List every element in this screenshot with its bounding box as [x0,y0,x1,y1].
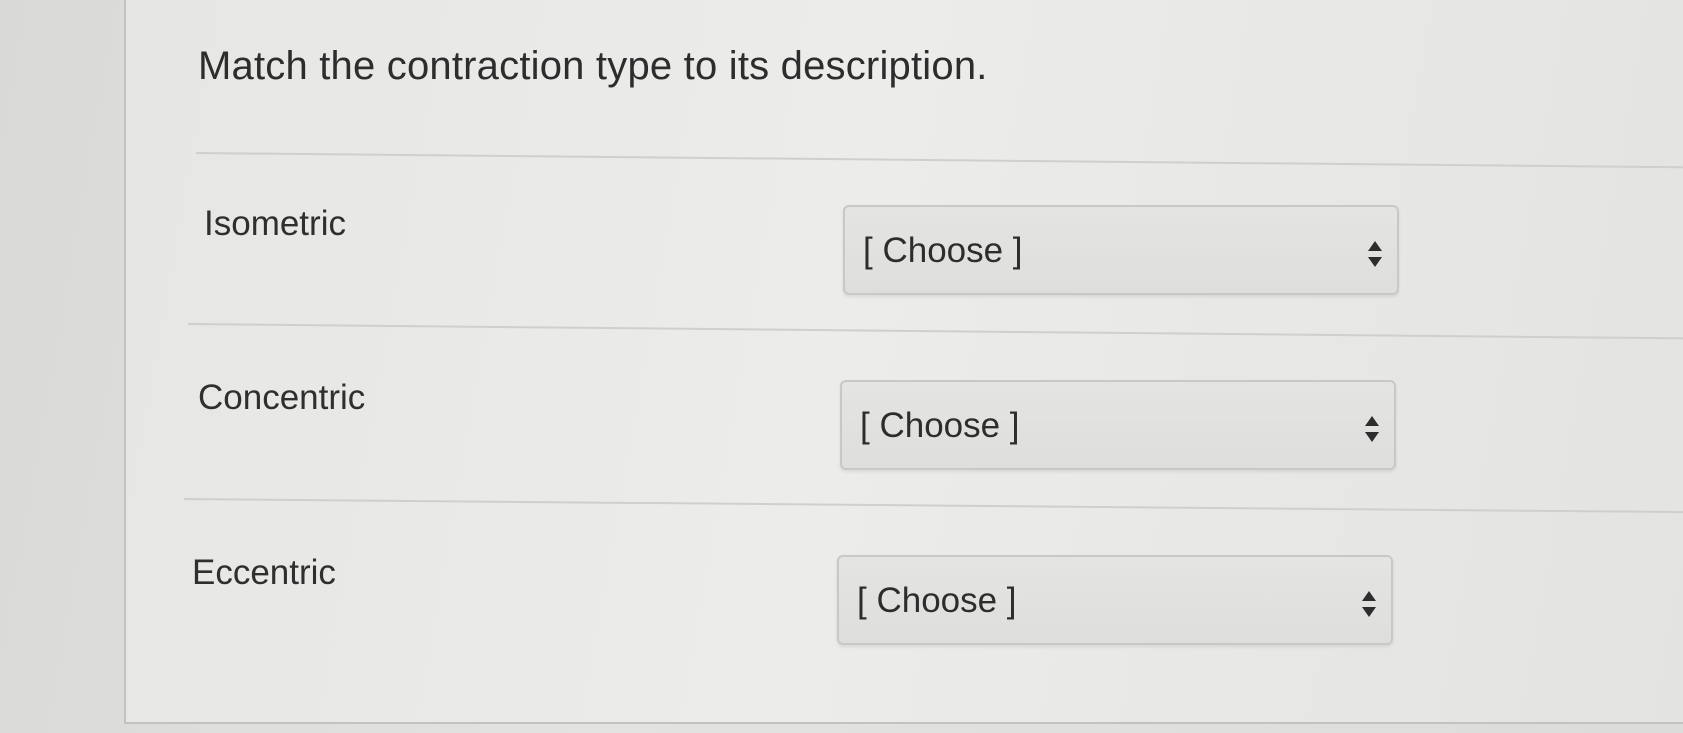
answer-label-concentric: Concentric [198,378,366,417]
answer-select-concentric[interactable]: [ Choose ] [840,380,1396,470]
answer-label-eccentric: Eccentric [192,553,336,592]
answer-select-isometric[interactable]: [ Choose ] [843,205,1399,295]
sort-arrows-icon [1361,589,1377,619]
select-value: [ Choose ] [857,581,1017,620]
select-value: [ Choose ] [863,231,1023,270]
select-value: [ Choose ] [860,406,1020,445]
answer-select-eccentric[interactable]: [ Choose ] [837,555,1393,645]
answer-label-isometric: Isometric [204,204,346,243]
question-title: Match the contraction type to its descri… [198,44,988,88]
sort-arrows-icon [1364,414,1380,444]
sort-arrows-icon [1367,239,1383,269]
